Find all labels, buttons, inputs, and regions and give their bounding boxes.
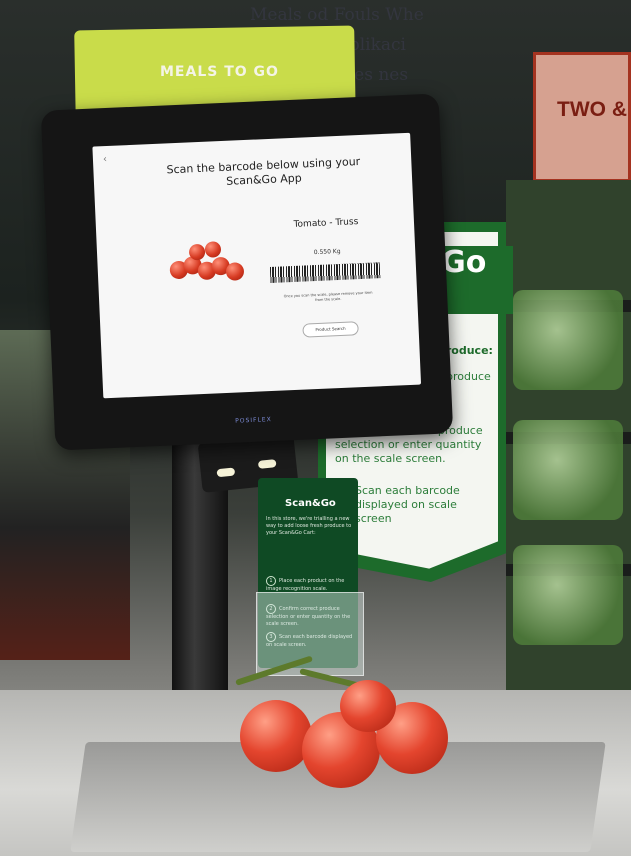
screen-heading: Scan the barcode below using your Scan&G… <box>166 154 361 188</box>
scan-instruction: Once you scan the scale, please remove y… <box>283 290 373 303</box>
bagged-salad <box>513 290 623 390</box>
tomato <box>340 680 396 732</box>
kiosk-screen[interactable]: ‹ Scan the barcode below using your Scan… <box>92 132 422 399</box>
leaflet-title: Scan&Go <box>285 498 336 509</box>
product-barcode <box>269 262 381 283</box>
leaflet-holder <box>256 592 364 676</box>
leaflet-step-number: 1 <box>266 576 276 586</box>
tomato-image <box>188 243 206 261</box>
product-name: Tomato - Truss <box>293 217 359 230</box>
tomato <box>240 700 312 772</box>
monitor-brand: POSIFLEX <box>235 416 272 425</box>
kiosk-monitor: ‹ Scan the barcode below using your Scan… <box>40 93 454 451</box>
product-weight: 0.550 Kg <box>313 247 341 257</box>
scan-go-sign-step1b: produce <box>446 370 491 383</box>
tomato-image <box>225 262 245 281</box>
tomato-image <box>204 241 222 258</box>
store-scene: Meals od Fouls Whe vasenarst aplikaci ci… <box>0 0 631 856</box>
bagged-salad <box>513 420 623 520</box>
chevron-left-icon[interactable]: ‹ <box>103 154 107 165</box>
leaflet-intro: In this store, we're trialling a new way… <box>266 516 352 536</box>
product-search-button[interactable]: Product Search <box>302 321 359 338</box>
leaflet-step-text: Place each product on the image recognit… <box>266 578 345 592</box>
two-for-label: TWO & <box>557 98 627 121</box>
bagged-salad <box>513 545 623 645</box>
camera-light <box>257 459 277 469</box>
scan-go-sign-step3: Scan each barcode displayed on scale scr… <box>355 484 460 525</box>
leaflet-step: 1 Place each product on the image recogni… <box>266 576 354 593</box>
camera-light <box>216 467 236 478</box>
meals-to-go-label: MEALS TO GO <box>160 64 279 80</box>
